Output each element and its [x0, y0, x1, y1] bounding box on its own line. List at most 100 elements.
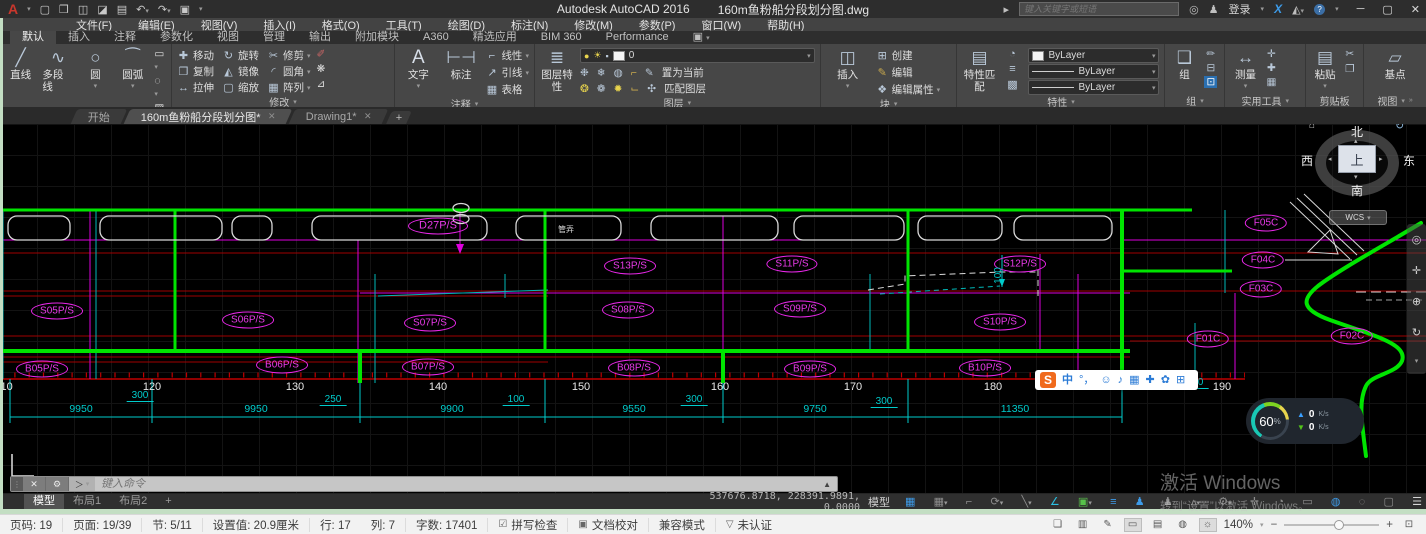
fullscreen-view-icon[interactable]: ❏ [1049, 518, 1067, 532]
fit-page-icon[interactable]: ⊡ [1400, 518, 1418, 532]
grid-toggle-icon[interactable]: ▦ [905, 495, 915, 508]
lineweight-toggle-icon[interactable]: ≡ [1110, 496, 1116, 508]
copy-button[interactable]: ❐ 复制 [177, 64, 214, 79]
exchange-apps-icon[interactable]: X [1274, 2, 1282, 16]
isodraft-icon[interactable]: ╲▾ [1021, 495, 1031, 508]
snap-toggle-icon[interactable]: ▦▾ [934, 495, 948, 508]
zoom-out-button[interactable]: − [1271, 519, 1278, 531]
layout2-tab[interactable]: 布局2 [110, 494, 156, 509]
qat-customize-caret-icon[interactable]: ▾ [199, 5, 203, 13]
panel-title-group[interactable]: 组 ▾ [1165, 94, 1224, 108]
layer-off-icon[interactable]: ◍ [614, 67, 623, 79]
line-button[interactable]: ╱ 直线 [5, 47, 36, 81]
ribbon-tab-bim360[interactable]: BIM 360 [529, 31, 594, 44]
layer-merge-icon[interactable]: ✣ [647, 83, 656, 95]
layer-settings-icon[interactable]: ✎ [645, 67, 654, 79]
wcs-dropdown[interactable]: WCS ▾ [1329, 210, 1387, 225]
panel-title-utilities[interactable]: 实用工具 ▾ [1225, 94, 1305, 108]
viewcube-arrow-down-icon[interactable]: ▾ [1354, 173, 1358, 181]
array-button[interactable]: ▦ 阵列 ▾ [267, 80, 310, 95]
save-icon[interactable]: ◫ [78, 3, 88, 16]
polyline-button[interactable]: ∿ 多段线 [42, 47, 73, 93]
command-grip[interactable]: ⋮ [11, 477, 23, 491]
toolbox-icon[interactable]: ✚ [1146, 374, 1155, 386]
outline-view-icon[interactable]: ▤ [1149, 518, 1167, 532]
open-file-icon[interactable]: ❒ [59, 3, 69, 16]
redo-icon[interactable]: ↷▾ [158, 3, 171, 16]
new-drawing-tab-button[interactable]: + [385, 111, 412, 124]
ribbon-tab-a360[interactable]: A360 [411, 31, 461, 44]
viewcube-arrow-left-icon[interactable]: ◂ [1328, 155, 1332, 163]
wps-spellcheck-button[interactable]: ☑ 拼写检查 [488, 517, 569, 532]
layer-walk-icon[interactable]: ❂ [580, 83, 589, 95]
edit-block-button[interactable]: ✎ 编辑 [876, 65, 941, 80]
keyboard-icon[interactable]: ▦ [1129, 374, 1139, 386]
viewcube-east[interactable]: 东 [1403, 152, 1415, 169]
signin-user-icon[interactable]: ♟ [1209, 3, 1219, 16]
stretch-button[interactable]: ↔ 拉伸 [177, 80, 214, 95]
sogou-logo-icon[interactable]: S [1040, 372, 1056, 388]
match-layer-button[interactable]: 匹配图层 [664, 81, 706, 96]
layer-properties-button[interactable]: ≣ 图层特性 [540, 47, 574, 93]
offset-icon[interactable]: ⊿ [317, 78, 326, 90]
layer-on-all-icon[interactable]: ✹ [614, 83, 623, 95]
help-icon[interactable]: ? [1314, 3, 1326, 15]
search-icon[interactable]: ◎ [1189, 3, 1199, 16]
paste-button[interactable]: ▤ 粘贴 ▾ [1311, 47, 1339, 93]
workspace-icon[interactable]: ▣ [180, 3, 190, 16]
layout1-tab[interactable]: 布局1 [64, 494, 110, 509]
maximize-button[interactable]: ▢ [1382, 3, 1392, 16]
orbit-icon[interactable]: ↻ [1412, 326, 1421, 339]
zoom-slider-knob[interactable] [1333, 519, 1344, 530]
file-tab-current[interactable]: 160m鱼粉船分段划分图* ✕ [123, 109, 293, 124]
edit-attribute-button[interactable]: ❖ 编辑属性 ▾ [876, 82, 940, 97]
arc-button[interactable]: ⁀ 圆弧 ▾ [117, 47, 148, 93]
object-color-dropdown[interactable]: ByLayer ▾ [1028, 48, 1160, 63]
quick-select-icon[interactable]: ✛ [1267, 48, 1276, 60]
ribbon-tab-performance[interactable]: Performance [594, 31, 681, 44]
color-list-icon[interactable]: ◔ [1009, 48, 1016, 60]
viewcube-arrow-right-icon[interactable]: ▸ [1379, 155, 1383, 163]
create-block-button[interactable]: ⊞ 创建 [876, 48, 941, 63]
customization-menu-icon[interactable]: ☰ [1412, 495, 1422, 508]
wps-zoom-level[interactable]: 140% [1224, 519, 1253, 531]
explode-icon[interactable]: ❋ [317, 63, 326, 75]
quick-properties-icon[interactable]: ▭ [1302, 495, 1312, 508]
close-button[interactable]: ✕ [1411, 3, 1420, 16]
steering-wheel-icon[interactable]: ◎ [1412, 233, 1422, 246]
ribbon-tab-manage[interactable]: 管理 [251, 31, 297, 44]
cut-icon[interactable]: ✂ [1345, 48, 1354, 60]
ribbon-tab-insert[interactable]: 插入 [56, 31, 102, 44]
calculator-icon[interactable]: ▦ [1266, 76, 1276, 88]
signin-caret-icon[interactable]: ▾ [1261, 5, 1265, 13]
scale-button[interactable]: ▢ 缩放 [222, 80, 259, 95]
web-view-icon[interactable]: ◍ [1174, 518, 1192, 532]
help-caret-icon[interactable]: ▾ [1335, 5, 1339, 13]
zoom-extents-icon[interactable]: ⊕ [1412, 295, 1421, 308]
search-expand-icon[interactable]: ▸ [1004, 3, 1010, 16]
layer-lock2-icon[interactable]: ⌙ [630, 83, 639, 95]
rectangle-tool-icon[interactable]: ▭ ▾ [154, 48, 166, 72]
add-layout-button[interactable]: + [156, 494, 180, 509]
annotation-monitor-icon[interactable]: ✛ [1250, 495, 1259, 508]
leader-button[interactable]: ↗ 引线 ▾ [485, 65, 529, 80]
ribbon-tab-output[interactable]: 输出 [297, 31, 343, 44]
model-space-button[interactable]: 模型 [868, 494, 890, 510]
autocad-logo-icon[interactable]: A [8, 2, 18, 16]
wps-word-count[interactable]: 字数: 17401 [406, 517, 489, 532]
osnap-tracking-icon[interactable]: ∠ [1050, 495, 1060, 508]
set-current-button[interactable]: 置为当前 [662, 65, 704, 80]
mirror-button[interactable]: ◭ 镜像 [222, 64, 259, 79]
lineweight-list-icon[interactable]: ≡ [1009, 63, 1015, 75]
panel-title-view[interactable]: 视图 ▾» [1364, 94, 1426, 108]
ortho-toggle-icon[interactable]: ⌐ [966, 496, 972, 508]
close-tab-icon[interactable]: ✕ [268, 111, 276, 122]
ellipse-tool-icon[interactable]: ◌ ▾ [154, 75, 166, 99]
ribbon-tab-view[interactable]: 视图 [205, 31, 251, 44]
a360-icon[interactable]: ◭▾ [1292, 3, 1304, 16]
model-tab[interactable]: 模型 [24, 494, 64, 509]
punctuation-icon[interactable]: °， [1079, 374, 1094, 386]
viewcube[interactable]: 上 北 南 西 东 ▴ ▾ ◂ ▸ ⌂ ↻ WCS ▾ [1301, 124, 1415, 225]
command-customize-wrench-icon[interactable]: ⚙ [46, 477, 69, 491]
table-button[interactable]: ▦ 表格 [485, 82, 529, 97]
